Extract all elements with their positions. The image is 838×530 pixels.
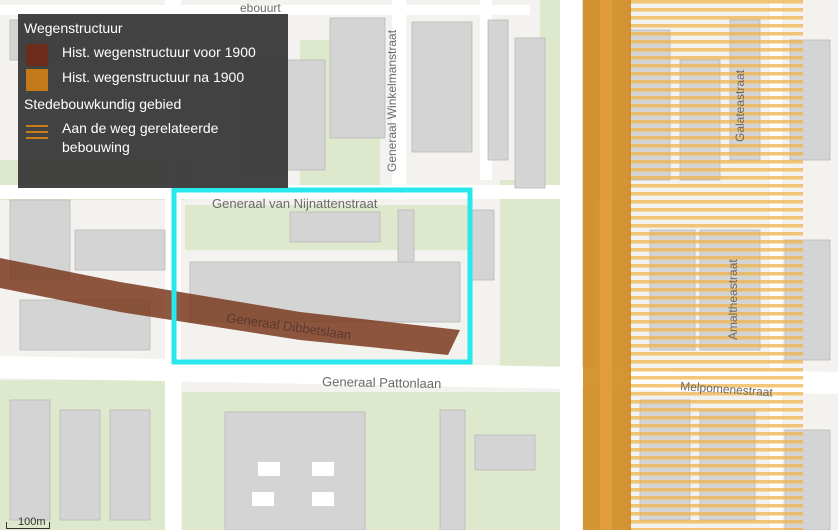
legend-title: Wegenstructuur (24, 20, 123, 36)
legend-item-post-1900: Hist. wegenstructuur na 1900 (24, 68, 282, 91)
map-legend: Wegenstructuur Hist. wegenstructuur voor… (18, 14, 288, 188)
label-patton: Generaal Pattonlaan (322, 374, 442, 391)
legend-item-pre-1900: Hist. wegenstructuur voor 1900 (24, 43, 282, 66)
swatch-pre-1900 (26, 44, 48, 66)
label-van-nijnatten: Generaal van Nijnattenstraat (212, 196, 378, 211)
scale-label: 100m (18, 516, 46, 528)
label-galatea: Galateastraat (733, 69, 747, 142)
label-partial-street: ebouurt (240, 1, 281, 15)
label-amalthea: Amaltheastraat (726, 259, 740, 340)
legend-label-roadside: Aan de weg gerelateerde bebouwing (62, 120, 219, 155)
roadside-building-area[interactable] (628, 0, 803, 530)
legend-label-pre-1900: Hist. wegenstructuur voor 1900 (62, 44, 256, 60)
hatch-lines-icon (26, 121, 48, 141)
road-highlight-strip (600, 0, 612, 530)
swatch-post-1900 (26, 69, 48, 91)
scale-bar: 100m (6, 516, 50, 530)
label-winkelman: Generaal Winkelmanstraat (385, 29, 399, 172)
legend-label-post-1900: Hist. wegenstructuur na 1900 (62, 69, 245, 85)
legend-item-roadside-buildings: Aan de weg gerelateerde bebouwing (24, 119, 282, 157)
legend-section-title: Stedebouwkundig gebied (24, 96, 182, 112)
